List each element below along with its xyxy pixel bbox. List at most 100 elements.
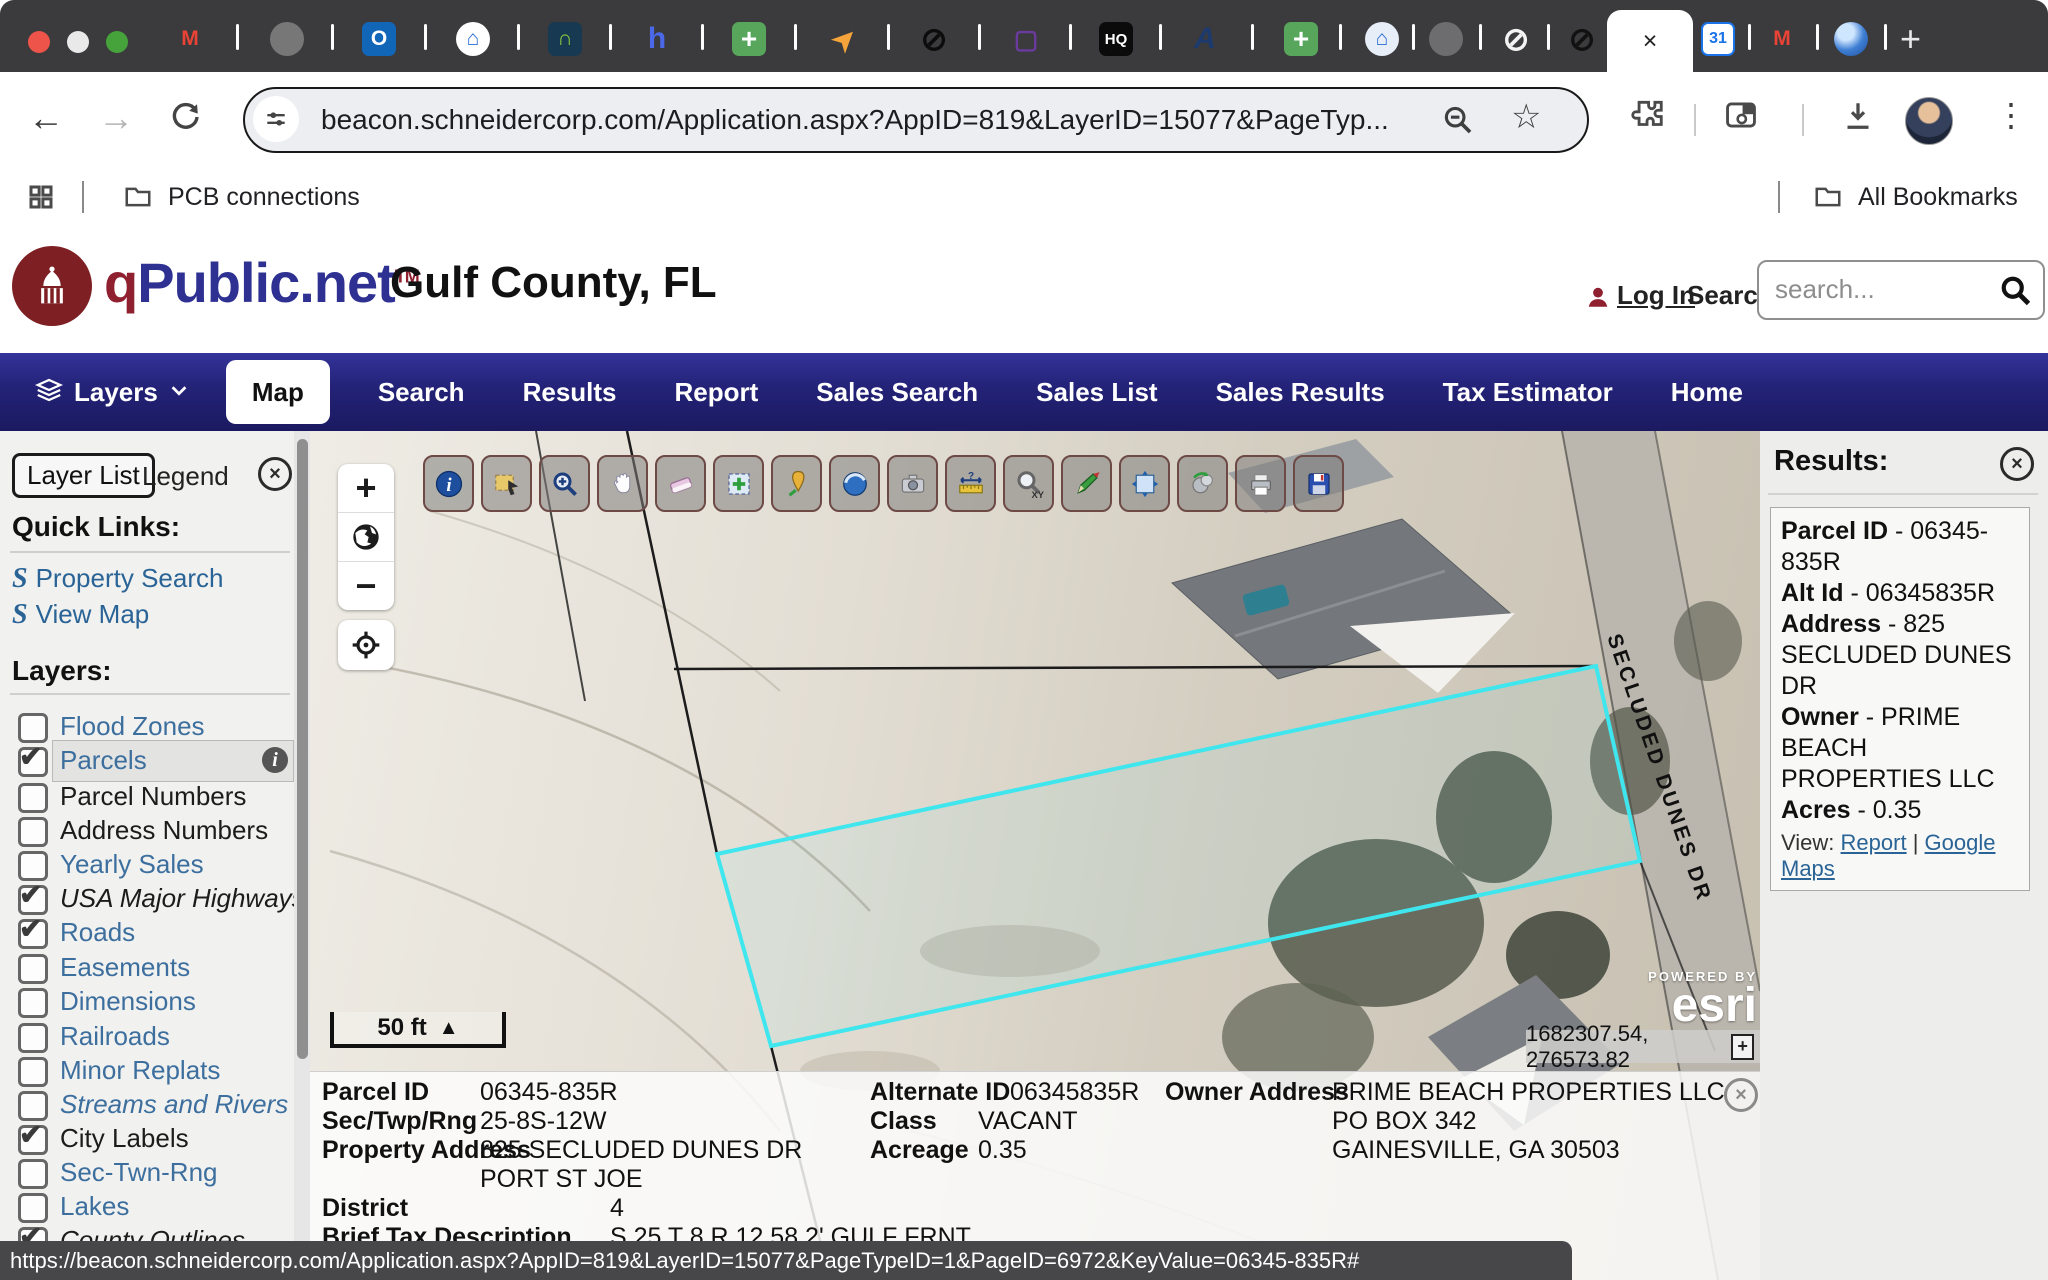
result-card[interactable]: Parcel ID - 06345-835R Alt Id - 06345835…	[1770, 507, 2030, 891]
tab-tax-estimator[interactable]: Tax Estimator	[1443, 377, 1613, 408]
new-tab-button[interactable]: +	[1900, 18, 1921, 60]
zoom-out-button[interactable]: −	[338, 561, 394, 610]
identify-icon[interactable]: i	[423, 455, 474, 512]
tab-gmail-icon[interactable]: M	[1765, 22, 1799, 56]
photo-view-icon[interactable]	[887, 455, 938, 512]
reload-icon[interactable]	[168, 100, 202, 140]
pinned-tab-arch-icon[interactable]: ∩	[548, 22, 582, 56]
layer-row-city-labels[interactable]: ✔ City Labels	[0, 1123, 310, 1157]
pinned-tab-spreadsheet-icon[interactable]: +	[732, 22, 766, 56]
tab-search-icon[interactable]	[1722, 96, 1760, 140]
tab-sales-results[interactable]: Sales Results	[1216, 377, 1385, 408]
all-bookmarks-button[interactable]: All Bookmarks	[1858, 183, 2018, 212]
checkbox[interactable]	[18, 851, 48, 881]
address-bar[interactable]: beacon.schneidercorp.com/Application.asp…	[243, 87, 1589, 153]
tab-layer-list[interactable]: Layer List	[12, 453, 155, 498]
layer-row-usa-major-highways[interactable]: ✔ USA Major Highways	[0, 883, 310, 917]
markup-pencil-icon[interactable]	[1061, 455, 1112, 512]
close-info-panel-icon[interactable]: ×	[1724, 1078, 1758, 1112]
tab-search[interactable]: Search	[378, 377, 465, 408]
bookmark-folder-pcb-connections[interactable]: PCB connections	[168, 183, 360, 212]
tab-sales-search[interactable]: Sales Search	[816, 377, 978, 408]
layer-row-easements[interactable]: Easements	[0, 952, 310, 986]
active-tab[interactable]: ×	[1607, 10, 1693, 72]
checkbox[interactable]	[18, 988, 48, 1018]
minimize-window-button[interactable]	[67, 31, 89, 53]
pinned-tab-blocked-outline-icon[interactable]: ⊘	[1499, 22, 1533, 56]
clear-selection-eraser-icon[interactable]	[655, 455, 706, 512]
tab-results[interactable]: Results	[523, 377, 617, 408]
add-selection-icon[interactable]	[713, 455, 764, 512]
checkbox[interactable]: ✔	[18, 919, 48, 949]
layer-row-parcels[interactable]: ✔ Parcels i	[0, 745, 310, 779]
pinned-tab-blocked-dark-icon[interactable]: ⊘	[1565, 22, 1599, 56]
globe-home-button[interactable]	[338, 512, 394, 561]
tab-map[interactable]: Map	[226, 360, 330, 424]
pinned-tab-blocked-oval-icon[interactable]: ⊘	[917, 22, 951, 56]
pinned-tab-houzz-icon[interactable]: h	[640, 22, 674, 56]
profile-avatar[interactable]	[1905, 97, 1953, 145]
identify-magnifier-icon[interactable]: XY	[1003, 455, 1054, 512]
layer-row-streams-and-rivers[interactable]: Streams and Rivers	[0, 1089, 310, 1123]
tab-calendar-icon[interactable]: 31	[1701, 22, 1735, 56]
fullscreen-window-button[interactable]	[106, 31, 128, 53]
quick-link-property-search[interactable]: SProperty Search	[12, 563, 223, 595]
pinned-tab-rocket-icon[interactable]: ➤	[820, 15, 868, 63]
zoom-extent-icon[interactable]	[1119, 455, 1170, 512]
back-icon[interactable]: ←	[28, 100, 64, 136]
tab-report[interactable]: Report	[675, 377, 759, 408]
apps-grid-icon[interactable]	[26, 182, 56, 217]
select-parcels-icon[interactable]	[481, 455, 532, 512]
pinned-tab-globe2-icon[interactable]	[1429, 22, 1463, 56]
zoom-out-page-icon[interactable]	[1441, 103, 1475, 142]
close-window-button[interactable]	[28, 31, 50, 53]
zoom-to-selection-icon[interactable]	[539, 455, 590, 512]
sidebar-scrollbar[interactable]	[294, 431, 310, 1280]
pinned-tab-a-doc-icon[interactable]: A	[1188, 22, 1222, 56]
print-icon[interactable]	[1235, 455, 1286, 512]
download-icon[interactable]	[1840, 98, 1876, 140]
pinned-tab-maps-pin-icon[interactable]: ⌂	[456, 22, 490, 56]
pinned-tab-hq-icon[interactable]: HQ	[1099, 22, 1133, 56]
pan-icon[interactable]	[597, 455, 648, 512]
layer-row-railroads[interactable]: Railroads	[0, 1021, 310, 1055]
checkbox[interactable]: ✔	[18, 1125, 48, 1155]
close-results-icon[interactable]: ×	[2000, 447, 2034, 481]
checkbox[interactable]	[18, 1193, 48, 1223]
pinned-tab-gmail-icon[interactable]: M	[173, 22, 207, 56]
checkbox[interactable]	[18, 783, 48, 813]
scale-arrow-icon[interactable]: ▲	[439, 1017, 459, 1040]
google-earth-icon[interactable]	[829, 455, 880, 512]
layers-menu[interactable]: Layers	[34, 375, 190, 410]
tab-legend[interactable]: Legend	[142, 461, 229, 492]
layer-row-address-numbers[interactable]: Address Numbers	[0, 815, 310, 849]
layer-row-roads[interactable]: ✔ Roads	[0, 917, 310, 951]
layer-row-dimensions[interactable]: Dimensions	[0, 986, 310, 1020]
qpublic-logo-icon[interactable]	[12, 246, 92, 326]
layer-row-parcel-numbers[interactable]: Parcel Numbers	[0, 781, 310, 815]
checkbox[interactable]	[18, 1159, 48, 1189]
checkbox[interactable]	[18, 713, 48, 743]
pinned-tab-maps-pin2-icon[interactable]: ⌂	[1365, 22, 1399, 56]
pinned-tab-spreadsheet2-icon[interactable]: +	[1284, 22, 1318, 56]
pinned-tab-outlook-icon[interactable]: O	[362, 22, 396, 56]
zoom-in-button[interactable]: +	[338, 464, 394, 512]
site-info-icon[interactable]	[253, 96, 299, 142]
checkbox[interactable]	[18, 1023, 48, 1053]
close-tab-icon[interactable]: ×	[1643, 27, 1658, 56]
map-scale-bar[interactable]: 50 ft ▲	[330, 1012, 506, 1048]
quick-link-view-map[interactable]: SView Map	[12, 599, 149, 631]
tab-home[interactable]: Home	[1671, 377, 1743, 408]
bookmark-star-icon[interactable]: ☆	[1511, 97, 1541, 137]
forward-icon[interactable]: →	[98, 100, 134, 136]
checkbox[interactable]	[18, 817, 48, 847]
log-in-link[interactable]: Log In	[1617, 280, 1695, 311]
tab-earth-icon[interactable]	[1834, 22, 1868, 56]
checkbox[interactable]	[18, 1057, 48, 1087]
pinned-tab-globe-icon[interactable]	[270, 22, 304, 56]
locate-button[interactable]	[338, 620, 394, 670]
checkbox[interactable]	[18, 1091, 48, 1121]
close-panel-icon[interactable]: ×	[258, 457, 292, 491]
pinned-tab-cube-icon[interactable]: ▢	[1009, 22, 1043, 56]
coordinates-plus-icon[interactable]: +	[1731, 1034, 1754, 1060]
